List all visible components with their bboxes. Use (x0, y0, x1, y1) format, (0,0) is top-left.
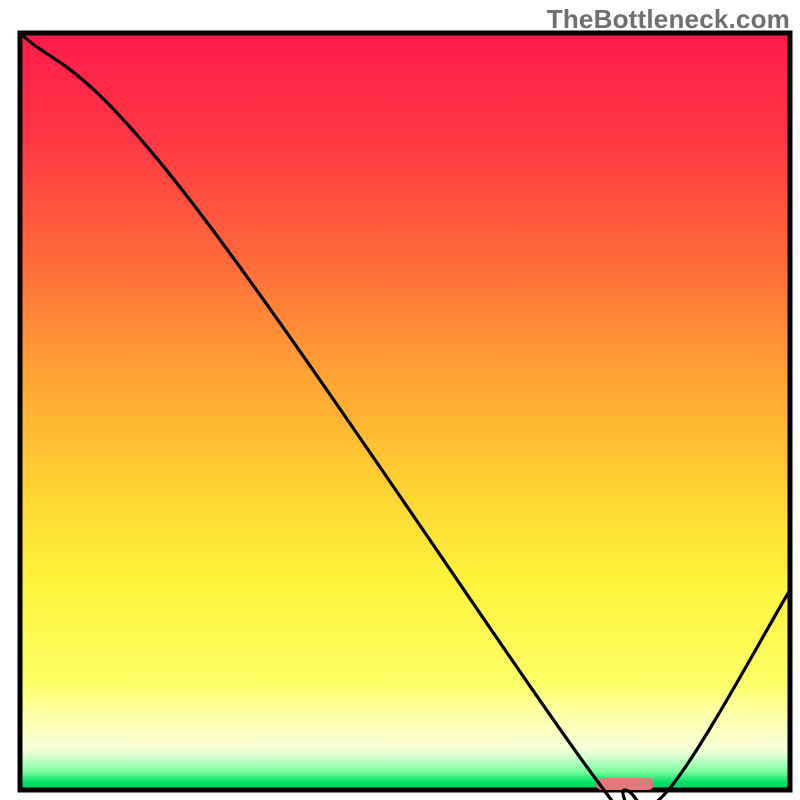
plot-background (20, 33, 790, 790)
chart-container: TheBottleneck.com (0, 0, 800, 800)
bottleneck-chart (0, 0, 800, 800)
watermark-text: TheBottleneck.com (547, 4, 790, 35)
optimal-marker (596, 778, 654, 790)
